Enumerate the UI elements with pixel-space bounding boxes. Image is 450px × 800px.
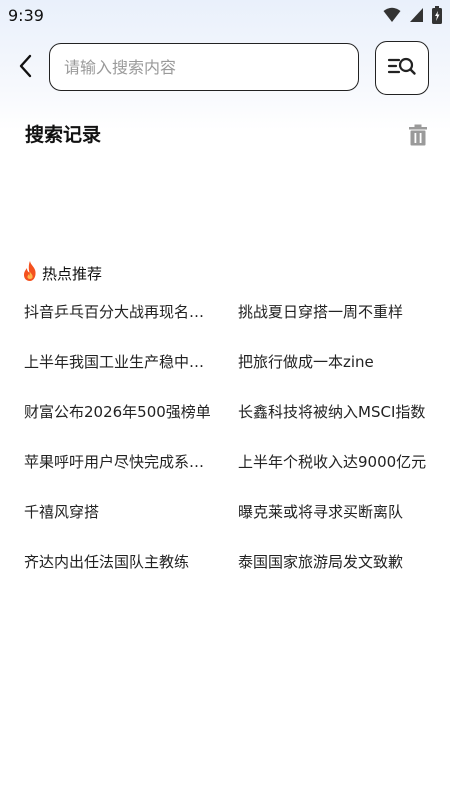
search-list-icon [387,54,417,82]
search-button[interactable] [375,41,429,95]
chevron-left-icon [18,54,34,82]
hot-item[interactable]: 财富公布2026年500强榜单 [24,396,218,446]
status-bar: 9:39 [0,0,450,32]
trash-icon [408,124,428,150]
hot-item[interactable]: 苹果呼吁用户尽快完成系统更新 [24,446,218,496]
hot-item[interactable]: 齐达内出任法国队主教练 [24,546,218,596]
search-box [49,43,359,91]
hot-item[interactable]: 曝克莱或将寻求买断离队 [238,496,432,546]
hot-item[interactable]: 上半年个税收入达9000亿元 [238,446,432,496]
signal-icon [409,7,424,23]
status-icons [383,6,442,24]
back-button[interactable] [10,52,42,84]
status-time: 9:39 [8,6,44,25]
hot-item[interactable]: 泰国国家旅游局发文致歉 [238,546,432,596]
hot-title: 热点推荐 [42,264,103,283]
fire-icon [22,260,38,286]
hot-item[interactable]: 抖音乒乓百分大战再现名场面 [24,296,218,346]
hot-item[interactable]: 把旅行做成一本zine [238,346,432,396]
hot-item[interactable]: 挑战夏日穿搭一周不重样 [238,296,432,346]
hot-header: 热点推荐 [22,260,102,286]
wifi-icon [383,7,401,23]
hot-item[interactable]: 上半年我国工业生产稳中有进 [24,346,218,396]
search-input[interactable] [62,44,350,91]
hot-list: 抖音乒乓百分大战再现名场面 挑战夏日穿搭一周不重样 上半年我国工业生产稳中有进 … [24,296,434,596]
hot-item[interactable]: 长鑫科技将被纳入MSCI指数 [238,396,432,446]
search-history-title: 搜索记录 [25,124,102,146]
clear-history-button[interactable] [405,124,431,150]
battery-icon [432,6,442,24]
hot-item[interactable]: 千禧风穿搭 [24,496,218,546]
